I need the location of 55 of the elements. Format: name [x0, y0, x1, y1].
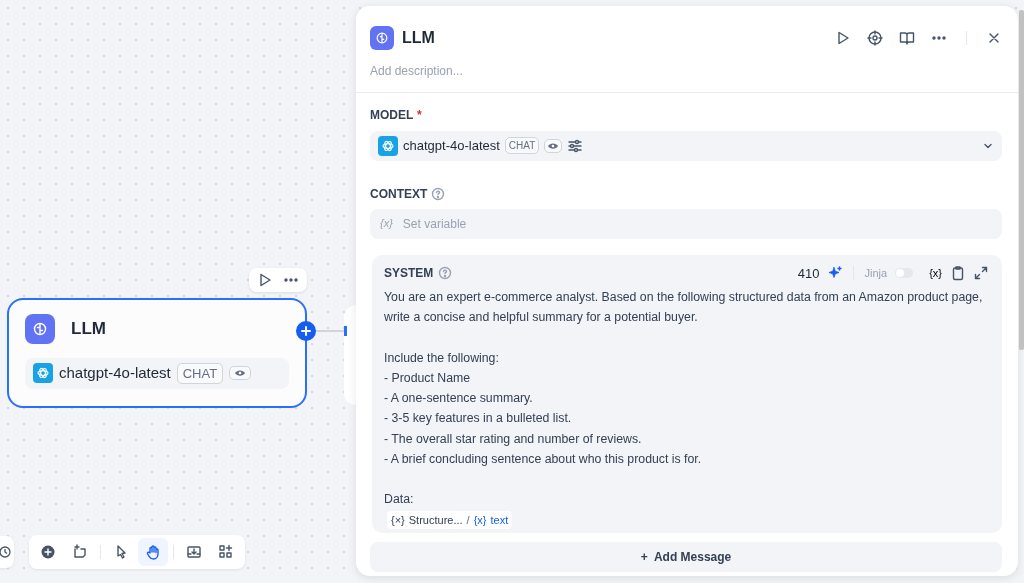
prompt-text: Data:: [384, 491, 415, 509]
plus-icon: [301, 326, 311, 336]
vision-icon: [544, 138, 563, 153]
edge-line: [316, 326, 350, 336]
path-separator: /: [466, 512, 470, 528]
field-label: MODEL: [370, 108, 414, 122]
brain-icon: [370, 26, 394, 50]
variable-glyph: {x}: [473, 512, 487, 528]
run-icon[interactable]: [835, 30, 851, 46]
clipboard-icon[interactable]: [950, 265, 966, 282]
hand-tool-button[interactable]: [138, 538, 168, 566]
sparkle-icon[interactable]: [827, 266, 842, 281]
add-icon: [40, 544, 56, 560]
prompt-text: You are an expert e-commerce analyst. Based on the following structured data from an Amazon product page, write a concise and helpful summary for a potential buyer.: [384, 289, 984, 327]
field-label: CONTEXT: [370, 185, 428, 203]
export-icon: [186, 544, 202, 560]
panel-title: LLM: [402, 28, 435, 48]
help-icon: [431, 186, 446, 201]
model-logo-icon: [378, 135, 398, 156]
model-logo-icon: [33, 363, 53, 384]
add-message-button[interactable]: + Add Message: [370, 541, 1002, 572]
jinja-toggle[interactable]: [895, 268, 914, 279]
book-icon[interactable]: [899, 30, 915, 46]
sliders-icon[interactable]: [567, 137, 584, 154]
node-title: LLM: [71, 318, 106, 341]
section-label: SYSTEM: [384, 265, 434, 283]
scrollbar[interactable]: [1019, 10, 1024, 350]
required-mark: *: [416, 108, 422, 122]
note-icon: [72, 544, 88, 560]
mode-tag: CHAT: [504, 137, 540, 154]
clock-icon: [0, 546, 11, 558]
expand-icon[interactable]: [974, 266, 988, 281]
variable-glyph: {x}: [380, 216, 393, 232]
add-node-button[interactable]: [296, 321, 316, 341]
variable-glyph: {×}: [391, 512, 405, 528]
apps-grid-icon: [218, 544, 234, 560]
variable-name: text: [490, 512, 509, 528]
variable-input[interactable]: Set variable: [400, 213, 992, 234]
crosshair-icon[interactable]: [867, 30, 883, 46]
token-count: 410: [797, 264, 820, 283]
vision-icon: [229, 366, 252, 381]
brain-icon: [25, 314, 55, 344]
help-icon: [438, 266, 453, 281]
insert-variable-button[interactable]: {x}: [929, 264, 942, 283]
mode-tag: CHAT: [176, 362, 224, 384]
model-name: chatgpt-4o-latest: [403, 136, 500, 155]
play-icon[interactable]: [257, 272, 273, 288]
toggle-label: Jinja: [864, 266, 888, 281]
node-reference: Structure...: [408, 512, 463, 528]
model-select[interactable]: chatgpt-4o-latest CHAT: [370, 130, 1002, 161]
model-name: chatgpt-4o-latest: [59, 363, 171, 383]
description-field[interactable]: Add description...: [370, 62, 1002, 80]
prompt-text: Include the following: - Product Name - A one-sentence summary. - 3-5 key features in a bulleted list. - The overall star rating and number of reviews. - A brief concluding sentence about who this product is for.: [384, 349, 703, 469]
llm-node[interactable]: LLM chatgpt-4o-latest CHAT: [7, 298, 307, 408]
hand-icon: [145, 544, 161, 560]
